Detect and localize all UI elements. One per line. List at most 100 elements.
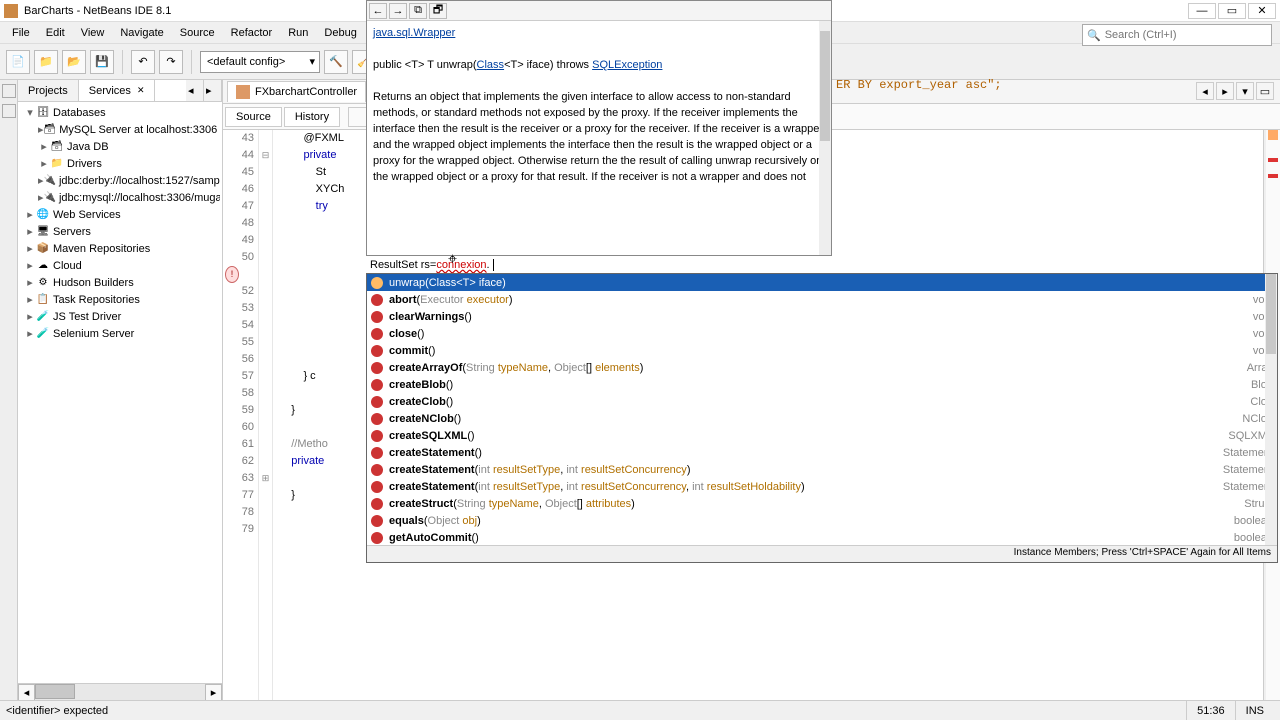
method-icon bbox=[371, 413, 383, 425]
error-marker-icon[interactable]: ! bbox=[225, 266, 239, 283]
rail-navigator-icon[interactable] bbox=[2, 84, 16, 98]
completion-item[interactable]: createArrayOf(String typeName, Object[] … bbox=[367, 359, 1277, 376]
save-all-button[interactable]: 💾 bbox=[90, 50, 114, 74]
completion-item[interactable]: commit()void bbox=[367, 342, 1277, 359]
tab-projects[interactable]: Projects bbox=[18, 80, 79, 101]
completion-scrollbar[interactable] bbox=[1265, 274, 1277, 545]
tree-hudson[interactable]: ▸⚙Hudson Builders bbox=[20, 274, 220, 291]
javadoc-scrollbar[interactable] bbox=[819, 21, 831, 255]
tree-tasks[interactable]: ▸📋Task Repositories bbox=[20, 291, 220, 308]
tree-webservices[interactable]: ▸🌐Web Services bbox=[20, 206, 220, 223]
tab-prev-button[interactable]: ◂ bbox=[1196, 82, 1214, 100]
completion-item[interactable]: createStatement(int resultSetType, int r… bbox=[367, 478, 1277, 495]
completion-item[interactable]: abort(Executor executor)void bbox=[367, 291, 1277, 308]
minimize-button[interactable]: — bbox=[1188, 3, 1216, 19]
tab-scroll-left[interactable]: ◂ bbox=[186, 80, 204, 101]
menu-navigate[interactable]: Navigate bbox=[112, 25, 171, 41]
completion-list[interactable]: unwrap(Class<T> iface)Tabort(Executor ex… bbox=[367, 274, 1277, 545]
tree-drivers[interactable]: ▸📁Drivers bbox=[20, 155, 220, 172]
completion-item[interactable]: getAutoCommit()boolean bbox=[367, 529, 1277, 545]
tree-servers[interactable]: ▸🖥Servers bbox=[20, 223, 220, 240]
javadoc-interface-link[interactable]: java.sql.Wrapper bbox=[373, 27, 455, 39]
completion-item[interactable]: createClob()Clob bbox=[367, 393, 1277, 410]
javadoc-body[interactable]: java.sql.Wrapper public <T> T unwrap(Cla… bbox=[367, 21, 831, 255]
run-config-select[interactable]: <default config> bbox=[200, 51, 320, 73]
completion-item[interactable]: createBlob()Blob bbox=[367, 376, 1277, 393]
method-icon bbox=[371, 498, 383, 510]
completion-item[interactable]: createStatement()Statement bbox=[367, 444, 1277, 461]
menu-file[interactable]: File bbox=[4, 25, 38, 41]
tree-databases[interactable]: ▾🗄Databases bbox=[20, 104, 220, 121]
javadoc-class-link[interactable]: Class bbox=[477, 59, 505, 71]
status-message: <identifier> expected bbox=[6, 705, 108, 717]
tab-scroll-right[interactable]: ▸ bbox=[204, 80, 222, 101]
new-file-button[interactable]: 📄 bbox=[6, 50, 30, 74]
open-project-button[interactable]: 📂 bbox=[62, 50, 86, 74]
side-hscroll[interactable]: ◂ ▸ bbox=[18, 683, 222, 700]
search-input[interactable] bbox=[1105, 29, 1267, 41]
method-icon bbox=[371, 396, 383, 408]
tab-services[interactable]: Services✕ bbox=[79, 80, 156, 101]
tree-maven[interactable]: ▸📦Maven Repositories bbox=[20, 240, 220, 257]
completion-item[interactable]: createStruct(String typeName, Object[] a… bbox=[367, 495, 1277, 512]
new-project-button[interactable]: 📁 bbox=[34, 50, 58, 74]
menu-source[interactable]: Source bbox=[172, 25, 223, 41]
history-tab[interactable]: History bbox=[284, 107, 340, 127]
scroll-left-button[interactable]: ◂ bbox=[18, 684, 35, 701]
tree-javadb[interactable]: ▸🗃Java DB bbox=[20, 138, 220, 155]
jd-back-button[interactable]: ← bbox=[369, 3, 387, 19]
tree-selenium[interactable]: ▸🧪Selenium Server bbox=[20, 325, 220, 342]
menu-run[interactable]: Run bbox=[280, 25, 316, 41]
editor-tab[interactable]: FXbarchartController bbox=[227, 81, 366, 102]
services-tree[interactable]: ▾🗄Databases ▸🗃MySQL Server at localhost:… bbox=[18, 102, 222, 683]
code-line-51[interactable]: ResultSet rs=connexion. bbox=[370, 258, 494, 272]
method-icon bbox=[371, 481, 383, 493]
scroll-right-button[interactable]: ▸ bbox=[205, 684, 222, 701]
close-icon[interactable]: ✕ bbox=[137, 85, 145, 96]
completion-item[interactable]: createNClob()NClob bbox=[367, 410, 1277, 427]
close-button[interactable]: ✕ bbox=[1248, 3, 1276, 19]
tree-derby-conn[interactable]: ▸🔌jdbc:derby://localhost:1527/sample bbox=[20, 172, 220, 189]
tree-cloud[interactable]: ▸☁Cloud bbox=[20, 257, 220, 274]
source-tab[interactable]: Source bbox=[225, 107, 282, 127]
undo-button[interactable]: ↶ bbox=[131, 50, 155, 74]
jd-external-button[interactable]: 🗗 bbox=[429, 3, 447, 19]
completion-item[interactable]: equals(Object obj)boolean bbox=[367, 512, 1277, 529]
completion-item[interactable]: clearWarnings()void bbox=[367, 308, 1277, 325]
completion-item[interactable]: close()void bbox=[367, 325, 1277, 342]
method-icon bbox=[371, 294, 383, 306]
method-icon bbox=[371, 447, 383, 459]
method-icon bbox=[371, 345, 383, 357]
method-icon bbox=[371, 430, 383, 442]
build-button[interactable]: 🔨 bbox=[324, 50, 348, 74]
completion-item[interactable]: createSQLXML()SQLXML bbox=[367, 427, 1277, 444]
menu-debug[interactable]: Debug bbox=[316, 25, 364, 41]
redo-button[interactable]: ↷ bbox=[159, 50, 183, 74]
menu-refactor[interactable]: Refactor bbox=[223, 25, 281, 41]
completion-status: Instance Members; Press 'Ctrl+SPACE' Aga… bbox=[367, 545, 1277, 562]
jd-forward-button[interactable]: → bbox=[389, 3, 407, 19]
menu-view[interactable]: View bbox=[73, 25, 113, 41]
tree-mysql-conn[interactable]: ▸🔌jdbc:mysql://localhost:3306/muga bbox=[20, 189, 220, 206]
completion-item[interactable]: createStatement(int resultSetType, int r… bbox=[367, 461, 1277, 478]
tree-jstest[interactable]: ▸🧪JS Test Driver bbox=[20, 308, 220, 325]
tab-maximize-button[interactable]: ▭ bbox=[1256, 82, 1274, 100]
fold-column[interactable]: ⊟⊞ bbox=[259, 130, 273, 700]
menu-edit[interactable]: Edit bbox=[38, 25, 73, 41]
method-icon bbox=[371, 362, 383, 374]
rail-files-icon[interactable] bbox=[2, 104, 16, 118]
search-icon: 🔍 bbox=[1087, 29, 1101, 42]
tab-list-button[interactable]: ▾ bbox=[1236, 82, 1254, 100]
completion-item[interactable]: unwrap(Class<T> iface)T bbox=[367, 274, 1277, 291]
global-search[interactable]: 🔍 bbox=[1082, 24, 1272, 46]
javadoc-exception-link[interactable]: SQLException bbox=[592, 59, 662, 71]
scrollbar-thumb[interactable] bbox=[35, 684, 75, 699]
status-insert-mode[interactable]: INS bbox=[1235, 701, 1274, 720]
javadoc-popup: ← → ⧉ 🗗 java.sql.Wrapper public <T> T un… bbox=[366, 0, 832, 256]
tree-mysql[interactable]: ▸🗃MySQL Server at localhost:3306 [r bbox=[20, 121, 220, 138]
jd-browser-button[interactable]: ⧉ bbox=[409, 3, 427, 19]
maximize-button[interactable]: ▭ bbox=[1218, 3, 1246, 19]
completion-popup: unwrap(Class<T> iface)Tabort(Executor ex… bbox=[366, 273, 1278, 563]
tab-next-button[interactable]: ▸ bbox=[1216, 82, 1234, 100]
status-bar: <identifier> expected 51:36 INS bbox=[0, 700, 1280, 720]
